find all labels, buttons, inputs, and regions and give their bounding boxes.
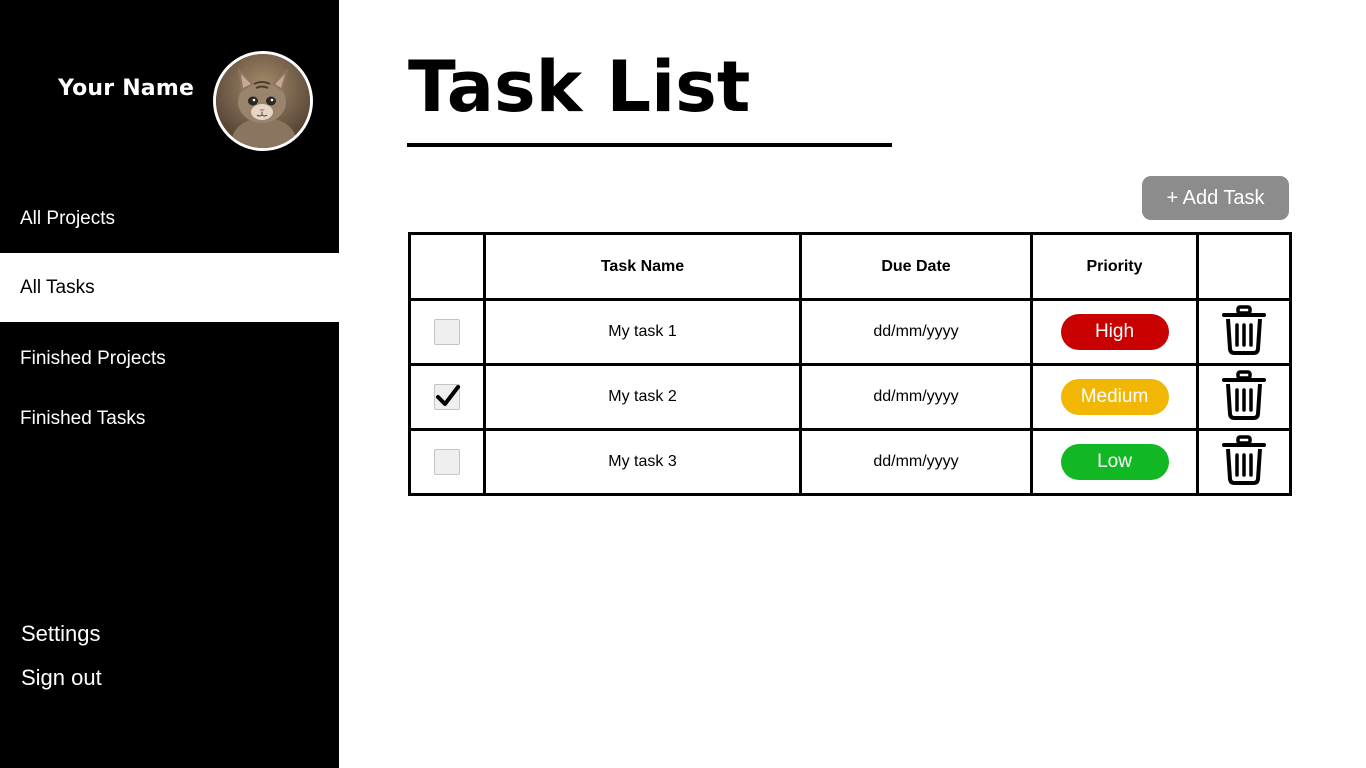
due-date[interactable]: dd/mm/yyyy	[799, 428, 1033, 496]
sidebar-item-label: Finished Tasks	[20, 407, 146, 429]
user-name: Your Name	[58, 76, 195, 101]
cat-photo-icon	[216, 54, 310, 148]
sign-out-link[interactable]: Sign out	[21, 665, 102, 691]
action-cell	[1196, 298, 1292, 366]
priority-badge[interactable]: High	[1060, 314, 1169, 350]
task-table: Task Name Due Date Priority My task 1 dd…	[408, 232, 1292, 496]
sidebar-item-finished-tasks[interactable]: Finished Tasks	[0, 384, 339, 453]
trash-icon[interactable]	[1222, 304, 1266, 360]
sidebar-item-label: All Tasks	[20, 276, 95, 298]
table-row: My task 2 dd/mm/yyyy Medium	[408, 363, 1292, 431]
checkmark-icon	[436, 385, 460, 406]
due-date[interactable]: dd/mm/yyyy	[799, 298, 1033, 366]
header-check	[408, 232, 486, 301]
trash-icon[interactable]	[1222, 434, 1266, 490]
task-checkbox[interactable]	[434, 449, 460, 475]
task-name[interactable]: My task 1	[483, 298, 802, 366]
sidebar-item-label: Finished Projects	[20, 347, 166, 369]
header-priority[interactable]: Priority	[1030, 232, 1199, 301]
check-cell	[408, 363, 486, 431]
priority-badge[interactable]: Medium	[1060, 379, 1169, 415]
sidebar-item-all-projects[interactable]: All Projects	[0, 184, 339, 253]
header-task-name[interactable]: Task Name	[483, 232, 802, 301]
task-checkbox-checked[interactable]	[434, 384, 460, 410]
task-name[interactable]: My task 2	[483, 363, 802, 431]
check-cell	[408, 298, 486, 366]
avatar[interactable]	[213, 51, 313, 151]
priority-cell: Medium	[1030, 363, 1199, 431]
header-due-date[interactable]: Due Date	[799, 232, 1033, 301]
task-name[interactable]: My task 3	[483, 428, 802, 496]
table-header-row: Task Name Due Date Priority	[408, 232, 1292, 301]
task-checkbox[interactable]	[434, 319, 460, 345]
table-row: My task 1 dd/mm/yyyy High	[408, 298, 1292, 366]
trash-icon[interactable]	[1222, 369, 1266, 425]
priority-cell: High	[1030, 298, 1199, 366]
sidebar-item-all-tasks[interactable]: All Tasks	[0, 253, 339, 322]
header-actions	[1196, 232, 1292, 301]
priority-badge[interactable]: Low	[1060, 444, 1169, 480]
add-task-button[interactable]: + Add Task	[1142, 176, 1289, 220]
sidebar-item-finished-projects[interactable]: Finished Projects	[0, 324, 339, 393]
check-cell	[408, 428, 486, 496]
settings-link[interactable]: Settings	[21, 621, 101, 647]
action-cell	[1196, 363, 1292, 431]
priority-cell: Low	[1030, 428, 1199, 496]
sidebar-item-label: All Projects	[20, 207, 116, 229]
action-cell	[1196, 428, 1292, 496]
table-row: My task 3 dd/mm/yyyy Low	[408, 428, 1292, 496]
due-date[interactable]: dd/mm/yyyy	[799, 363, 1033, 431]
sidebar: Your Name All Projects All Tasks Finishe…	[0, 0, 339, 768]
title-underline	[407, 143, 892, 147]
page-title: Task List	[408, 46, 751, 128]
